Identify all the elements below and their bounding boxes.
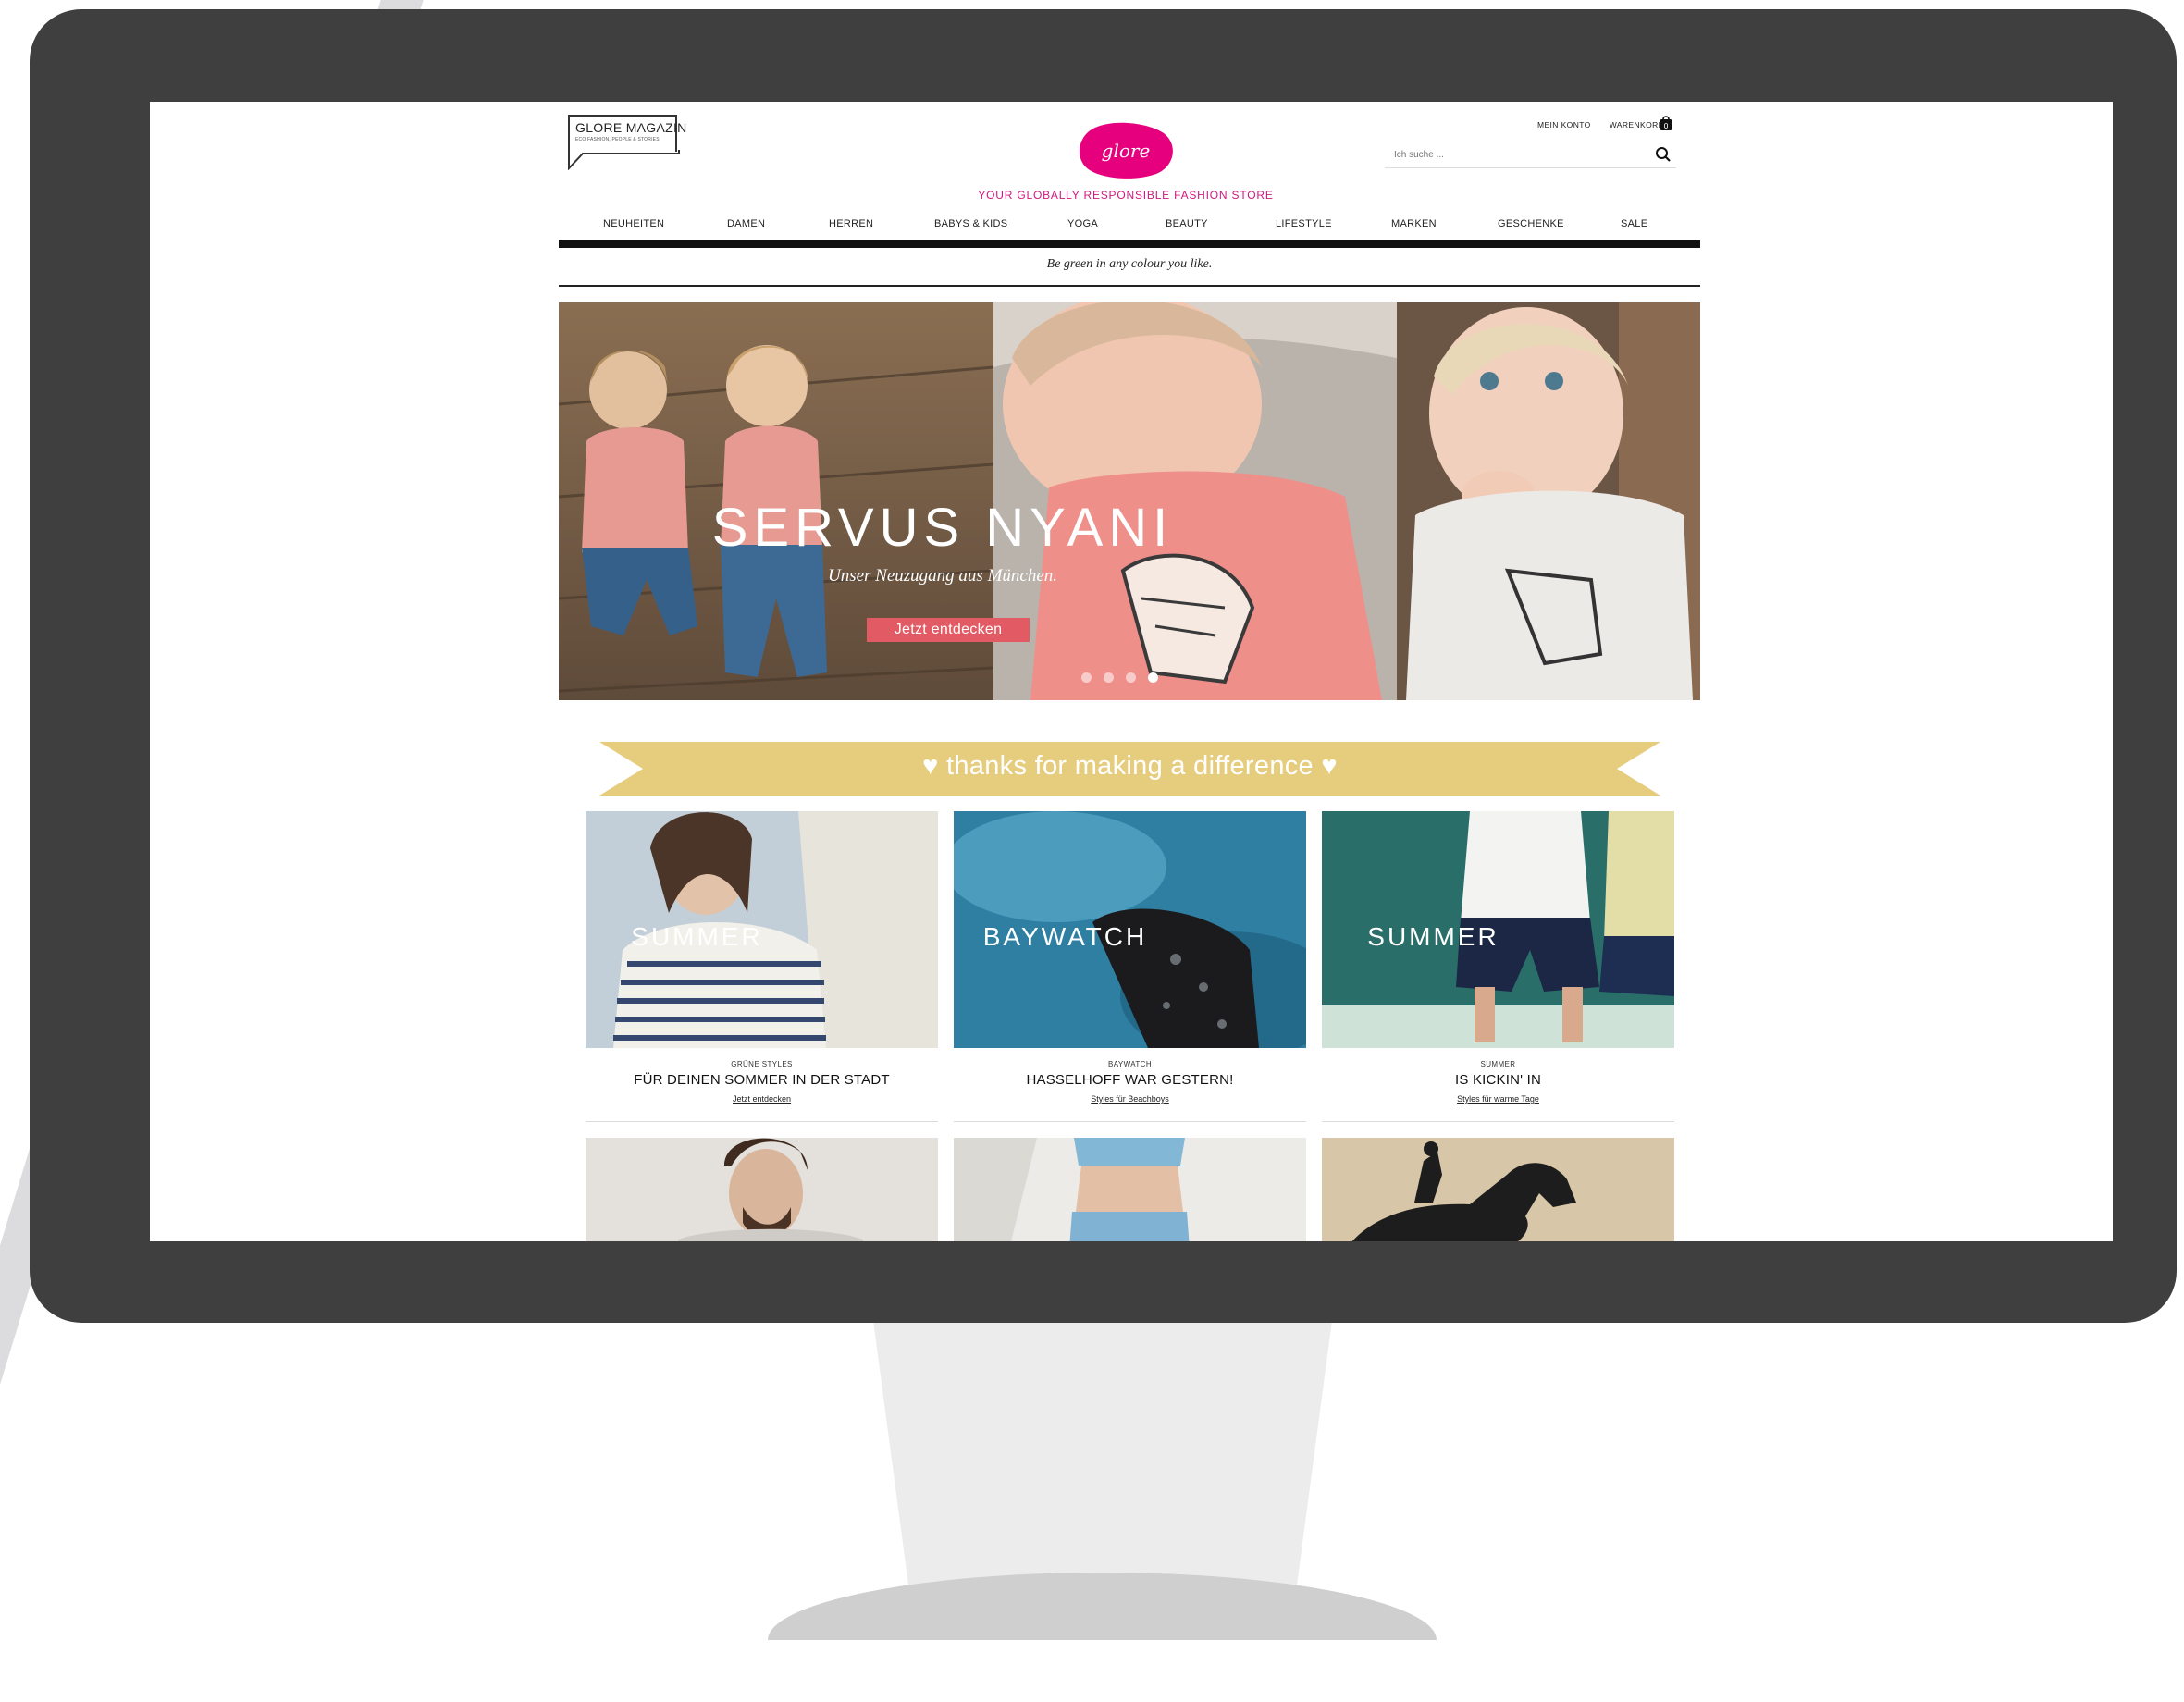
- my-account-link[interactable]: MEIN KONTO: [1537, 120, 1591, 130]
- nav-item-yoga[interactable]: YOGA: [1067, 218, 1098, 229]
- teaser-tile-bikini[interactable]: [954, 1138, 1306, 1241]
- search-box: [1385, 142, 1676, 168]
- teaser-tile-baywatch[interactable]: BAYWATCH BAYWATCH HASSELHOFF WAR GESTERN…: [954, 811, 1306, 1126]
- tile-kicker: BAYWATCH: [1107, 1060, 1153, 1068]
- main-navigation: NEUHEITEN DAMEN HERREN BABYS & KIDS YOGA…: [559, 215, 1700, 235]
- nav-item-damen[interactable]: DAMEN: [727, 218, 765, 229]
- nav-item-lifestyle[interactable]: LIFESTYLE: [1276, 218, 1332, 229]
- teaser-tile-horse-rider[interactable]: [1322, 1138, 1674, 1241]
- tile-heading: HASSELHOFF WAR GESTERN!: [1026, 1072, 1234, 1088]
- hero-title: SERVUS NYANI: [711, 498, 1174, 558]
- tile-kicker: SUMMER: [1480, 1060, 1516, 1068]
- tile-overlay-title: SUMMER: [631, 922, 763, 951]
- nav-item-herren[interactable]: HERREN: [829, 218, 873, 229]
- cart-count: 0: [1663, 122, 1668, 130]
- tile-divider: [954, 1121, 1306, 1122]
- webshop-page: GLORE MAGAZIN ECO FASHION, PEOPLE & STOR…: [150, 102, 2113, 1241]
- thanks-banner: ♥ thanks for making a difference ♥: [599, 742, 1660, 796]
- cart-link[interactable]: WARENKORB: [1610, 120, 1664, 130]
- tile-overlay-title: BAYWATCH: [982, 922, 1148, 951]
- monitor-stand-neck: [872, 1314, 1333, 1591]
- site-motto: Be green in any colour you like.: [1046, 257, 1213, 271]
- slider-dot-3[interactable]: [1126, 672, 1136, 683]
- nav-item-babys-kids[interactable]: BABYS & KIDS: [934, 218, 1007, 229]
- nav-item-marken[interactable]: MARKEN: [1391, 218, 1437, 229]
- magazin-title: GLORE MAGAZIN: [575, 120, 687, 135]
- teaser-tile-man-portrait[interactable]: [586, 1138, 938, 1241]
- slider-dot-4[interactable]: [1148, 672, 1158, 683]
- monitor-stand-base: [768, 1572, 1437, 1640]
- nav-item-geschenke[interactable]: GESCHENKE: [1498, 218, 1564, 229]
- teaser-tile-summer-city[interactable]: SUMMER GRÜNE STYLES FÜR DEINEN SOMMER IN…: [586, 811, 938, 1126]
- thanks-banner-text: ♥ thanks for making a difference ♥: [922, 751, 1338, 781]
- tile-link[interactable]: Jetzt entdecken: [586, 1094, 938, 1104]
- slider-dot-1[interactable]: [1081, 672, 1092, 683]
- glore-logo-text: glore: [1102, 140, 1151, 162]
- hero-cta-button[interactable]: Jetzt entdecken: [867, 618, 1030, 642]
- nav-item-beauty[interactable]: BEAUTY: [1166, 218, 1208, 229]
- shopping-bag-icon[interactable]: 0: [1660, 115, 1672, 131]
- tile-divider: [1322, 1121, 1674, 1122]
- nav-underline-bar: [559, 240, 1700, 248]
- monitor-screen: GLORE MAGAZIN ECO FASHION, PEOPLE & STOR…: [150, 102, 2113, 1241]
- tile-heading: FÜR DEINEN SOMMER IN DER STADT: [634, 1072, 890, 1088]
- tile-link[interactable]: Styles für Beachboys: [954, 1094, 1306, 1104]
- tile-overlay-title: SUMMER: [1367, 922, 1499, 951]
- tile-link[interactable]: Styles für warme Tage: [1322, 1094, 1674, 1104]
- hero-slider[interactable]: SERVUS NYANI Unser Neuzugang aus München…: [559, 302, 1700, 700]
- magazin-subtitle: ECO FASHION, PEOPLE & STORIES: [575, 137, 660, 142]
- tile-divider: [586, 1121, 938, 1122]
- teaser-tile-summer-kickin[interactable]: SUMMER SUMMER IS KICKIN' IN Styles für w…: [1322, 811, 1674, 1126]
- slider-dot-2[interactable]: [1104, 672, 1114, 683]
- nav-item-sale[interactable]: SALE: [1621, 218, 1647, 229]
- search-icon[interactable]: [1655, 146, 1672, 163]
- hero-image-child-shirt: [1397, 302, 1700, 700]
- hero-subtitle: Unser Neuzugang aus München.: [827, 566, 1058, 586]
- glore-logo[interactable]: glore: [1075, 120, 1177, 181]
- tile-kicker: GRÜNE STYLES: [731, 1060, 793, 1068]
- search-input[interactable]: [1385, 142, 1644, 166]
- tile-heading: IS KICKIN' IN: [1455, 1072, 1541, 1088]
- brand-tagline: YOUR GLOBALLY RESPONSIBLE FASHION STORE: [978, 189, 1274, 202]
- speech-bubble-tail-icon: [568, 150, 680, 170]
- magazin-logo-link[interactable]: GLORE MAGAZIN ECO FASHION, PEOPLE & STOR…: [568, 115, 686, 170]
- monitor-bezel: GLORE MAGAZIN ECO FASHION, PEOPLE & STOR…: [30, 9, 2177, 1323]
- nav-item-neuheiten[interactable]: NEUHEITEN: [603, 218, 664, 229]
- motto-divider: [559, 285, 1700, 287]
